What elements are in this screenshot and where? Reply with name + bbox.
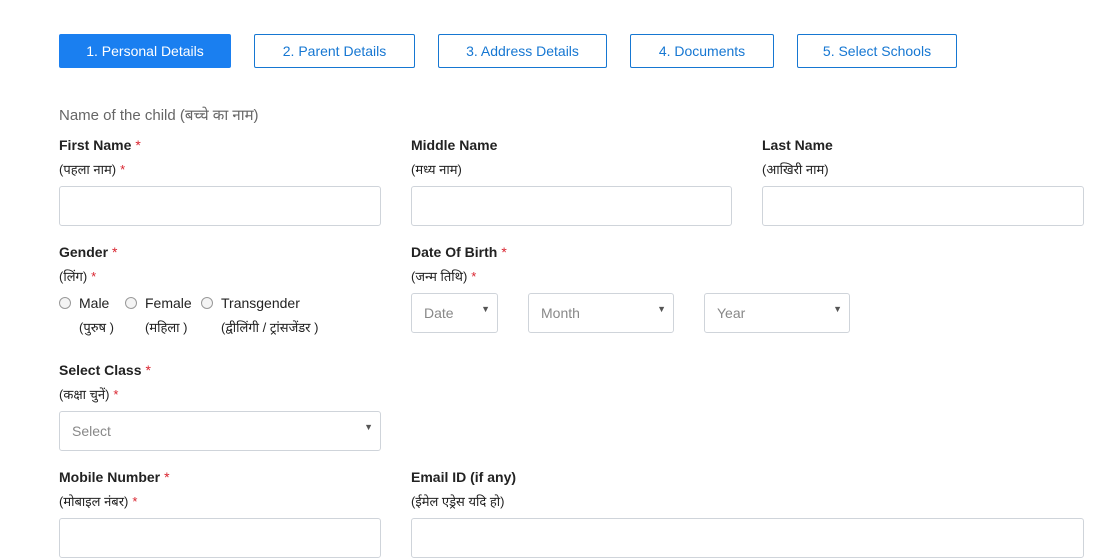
chevron-down-icon: ▼ — [833, 304, 842, 314]
required-mark: * — [135, 137, 141, 153]
gender-male-label: Male — [79, 295, 110, 311]
first-name-label: First Name * — [59, 137, 141, 153]
dob-month-select[interactable]: Month ▼ — [528, 293, 674, 333]
required-mark: * — [132, 494, 138, 509]
first-name-input[interactable] — [59, 186, 381, 226]
chevron-down-icon: ▼ — [657, 304, 666, 314]
gender-female-radio[interactable]: Female — [125, 295, 192, 311]
select-class-sub-text: (कक्षा चुनें) — [59, 387, 110, 402]
section-title: Name of the child (बच्चे का नाम) — [59, 107, 259, 124]
required-mark: * — [145, 362, 151, 378]
gender-female-sublabel: (महिला ) — [145, 320, 188, 335]
dob-date-select[interactable]: Date ▼ — [411, 293, 498, 333]
dob-sub-text: (जन्म तिथि) — [411, 269, 468, 284]
required-mark: * — [120, 162, 126, 177]
dob-year-value: Year — [717, 305, 746, 321]
last-name-label: Last Name — [762, 137, 833, 153]
dob-month-value: Month — [541, 305, 580, 321]
required-mark: * — [113, 387, 119, 402]
tab-parent-details[interactable]: 2. Parent Details — [254, 34, 415, 68]
last-name-input[interactable] — [762, 186, 1084, 226]
dob-label-text: Date Of Birth — [411, 244, 498, 260]
first-name-sub-text: (पहला नाम) — [59, 162, 117, 177]
radio-circle[interactable] — [59, 297, 71, 309]
tab-address-details[interactable]: 3. Address Details — [438, 34, 607, 68]
middle-name-sublabel: (मध्य नाम) — [411, 162, 462, 177]
tab-documents[interactable]: 4. Documents — [630, 34, 774, 68]
email-input[interactable] — [411, 518, 1084, 558]
required-mark: * — [91, 269, 97, 284]
gender-male-radio[interactable]: Male — [59, 295, 109, 311]
gender-transgender-sublabel: (द्वीलिंगी / ट्रांसजेंडर ) — [221, 320, 319, 335]
gender-sub-text: (लिंग) — [59, 269, 88, 284]
gender-transgender-label: Transgender — [221, 295, 300, 311]
select-class-label-text: Select Class — [59, 362, 142, 378]
tab-personal-details[interactable]: 1. Personal Details — [59, 34, 231, 68]
required-mark: * — [471, 269, 477, 284]
radio-circle[interactable] — [125, 297, 137, 309]
select-class-value: Select — [72, 423, 111, 439]
email-sublabel: (ईमेल एड्रेस यदि हो) — [411, 494, 505, 509]
gender-sublabel: (लिंग) * — [59, 267, 96, 285]
dob-sublabel: (जन्म तिथि) * — [411, 267, 476, 285]
required-mark: * — [112, 244, 118, 260]
mobile-label-text: Mobile Number — [59, 469, 161, 485]
dob-date-value: Date — [424, 305, 454, 321]
required-mark: * — [164, 469, 170, 485]
chevron-down-icon: ▼ — [481, 304, 490, 314]
gender-label-text: Gender — [59, 244, 109, 260]
middle-name-label: Middle Name — [411, 137, 498, 153]
select-class-sublabel: (कक्षा चुनें) * — [59, 385, 118, 403]
select-class-dropdown[interactable]: Select ▼ — [59, 411, 381, 451]
last-name-sublabel: (आखिरी नाम) — [762, 162, 829, 177]
mobile-input[interactable] — [59, 518, 381, 558]
email-label: Email ID (if any) — [411, 469, 517, 485]
gender-female-label: Female — [145, 295, 192, 311]
mobile-sub-text: (मोबाइल नंबर) — [59, 494, 129, 509]
mobile-label: Mobile Number * — [59, 469, 170, 485]
chevron-down-icon: ▼ — [364, 422, 373, 432]
gender-label: Gender * — [59, 244, 117, 260]
select-class-label: Select Class * — [59, 362, 151, 378]
dob-label: Date Of Birth * — [411, 244, 507, 260]
first-name-sublabel: (पहला नाम) * — [59, 160, 125, 178]
tab-select-schools[interactable]: 5. Select Schools — [797, 34, 957, 68]
mobile-sublabel: (मोबाइल नंबर) * — [59, 492, 137, 510]
required-mark: * — [501, 244, 507, 260]
dob-year-select[interactable]: Year ▼ — [704, 293, 850, 333]
gender-transgender-radio[interactable]: Transgender — [201, 295, 300, 311]
gender-male-sublabel: (पुरुष ) — [79, 320, 114, 335]
first-name-label-text: First Name — [59, 137, 132, 153]
middle-name-input[interactable] — [411, 186, 732, 226]
radio-circle[interactable] — [201, 297, 213, 309]
